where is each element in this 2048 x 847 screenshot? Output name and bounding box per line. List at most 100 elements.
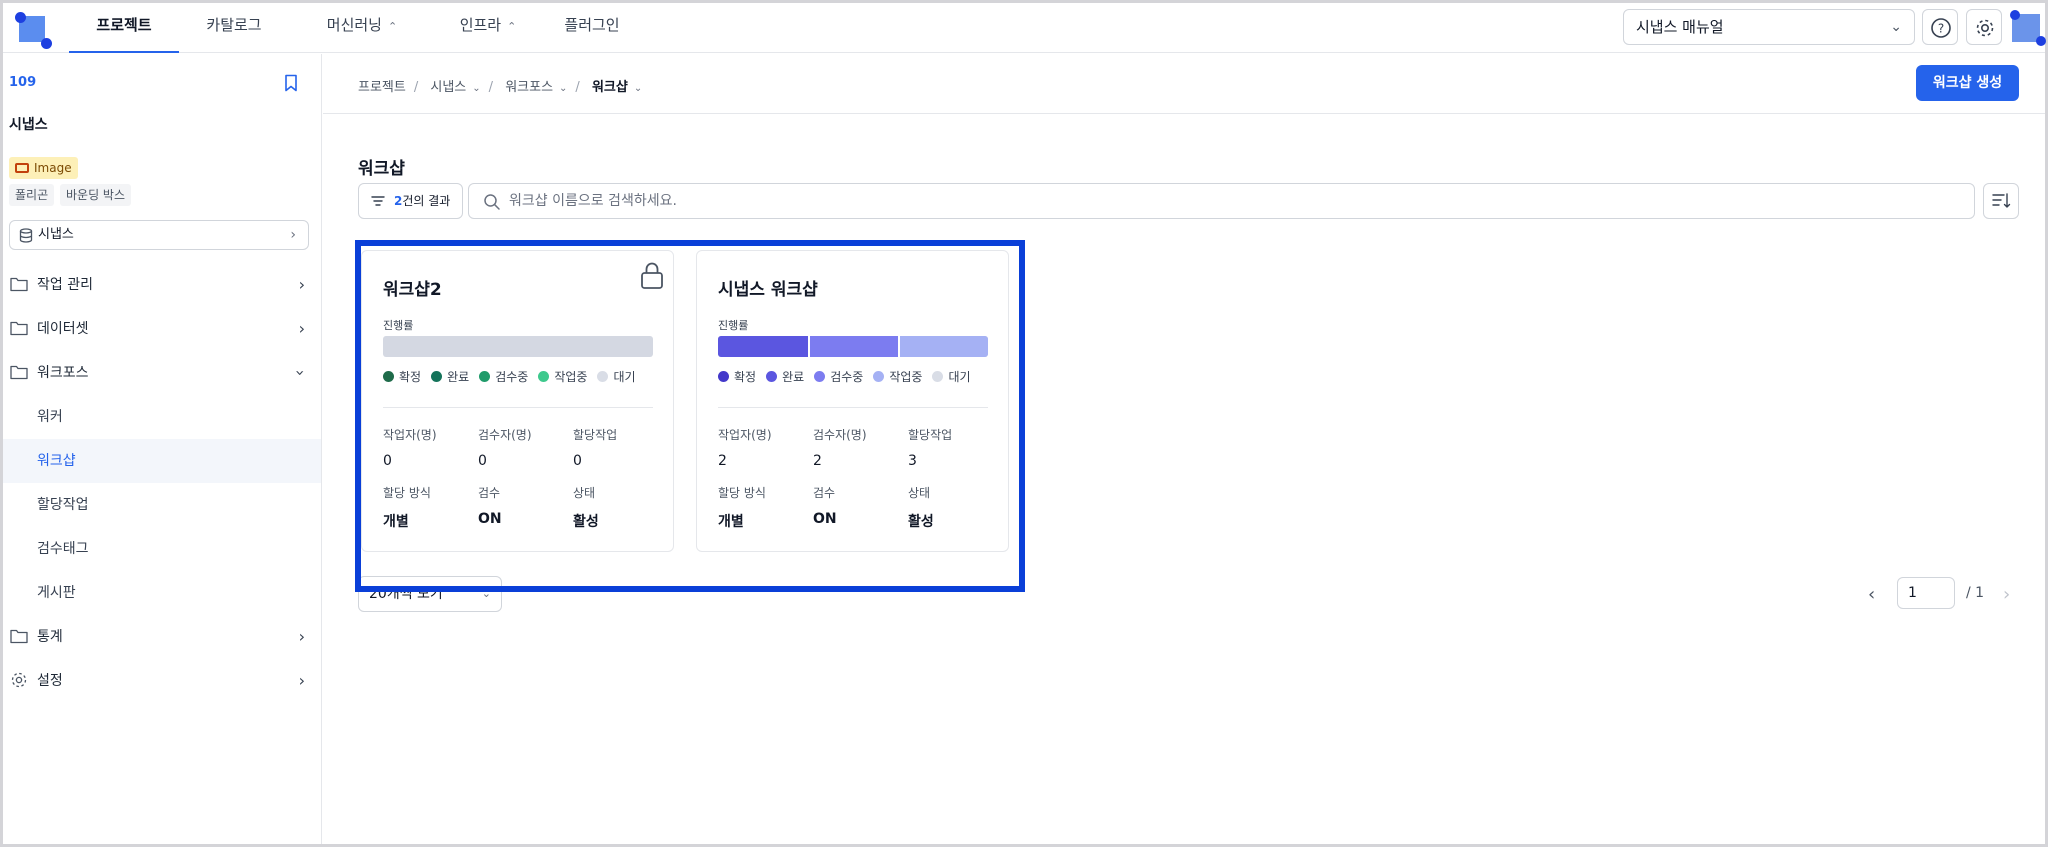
stat-status: 상태 활성 [573, 486, 599, 530]
chevron-down-icon: › [290, 369, 310, 377]
sidebar-item-label: 워크포스 [37, 365, 89, 381]
progress-legend: 확정 완료 검수중 작업중 대기 [718, 368, 981, 385]
sort-icon [1992, 193, 2011, 208]
project-name: 시냅스 [9, 117, 48, 133]
progress-segment [897, 336, 988, 357]
folder-icon [10, 629, 28, 644]
tab-label: 카탈로그 [206, 16, 262, 34]
sidebar-item-workshop[interactable]: 워크샵 [3, 439, 321, 483]
chevron-down-icon[interactable]: ⌄ [559, 83, 567, 94]
chevron-down-icon[interactable]: ⌄ [634, 83, 642, 94]
sidebar-item-task-management[interactable]: 작업 관리 › [3, 263, 321, 307]
main-content: 프로젝트 / 시냅스 ⌄ / 워크포스 ⌄ / 워크샵 ⌄ 워크샵 생성 워크샵 2건의 결… [323, 54, 2045, 844]
breadcrumb-projects[interactable]: 프로젝트 [358, 80, 406, 95]
tag-polygon: 폴리곤 [9, 184, 55, 206]
progress-label: 진행률 [383, 319, 414, 332]
sidebar: 109 시냅스 Image 폴리곤 바운딩 박스 시냅스 › 작업 관리 › 데… [3, 54, 322, 844]
tab-projects[interactable]: 프로젝트 [69, 3, 179, 53]
filter-button[interactable]: 2건의 결과 [358, 183, 463, 219]
settings-button[interactable] [1966, 9, 2002, 45]
sidebar-item-assignment[interactable]: 할당작업 [3, 483, 321, 527]
chevron-right-icon: › [298, 627, 305, 646]
stat-assigned: 할당작업 3 [908, 428, 953, 469]
manual-select[interactable]: 시냅스 매뉴얼 ⌄ [1623, 9, 1915, 45]
tag-bounding-box: 바운딩 박스 [60, 184, 132, 206]
create-workshop-button[interactable]: 워크샵 생성 [1916, 65, 2019, 101]
avatar[interactable] [2010, 8, 2046, 46]
help-icon: ? [1931, 18, 1951, 38]
search-box[interactable] [468, 183, 1975, 219]
type-badge-label: Image [34, 161, 72, 175]
legend-reviewing: 검수중 [479, 368, 528, 385]
dataset-select-value: 시냅스 [38, 227, 74, 242]
chevron-right-icon: › [290, 227, 296, 243]
legend-done: 완료 [766, 368, 804, 385]
folder-icon [10, 365, 28, 380]
workshop-card[interactable]: 시냅스 워크샵 진행률 확정 완료 검수중 작업중 대기 작업자(명) 2 검수자(명) 2… [696, 250, 1009, 552]
svg-text:?: ? [1938, 22, 1944, 36]
stat-method: 할당 방식 개별 [383, 486, 431, 530]
image-icon [15, 163, 29, 173]
sidebar-item-dataset[interactable]: 데이터셋 › [3, 307, 321, 351]
chevron-down-icon: ⌄ [1890, 19, 1902, 35]
legend-working: 작업중 [873, 368, 922, 385]
tab-infra[interactable]: 인프라 ⌃ [433, 3, 543, 53]
legend-reviewing: 검수중 [814, 368, 863, 385]
folder-icon [10, 321, 28, 336]
breadcrumb-project[interactable]: 시냅스 [430, 80, 466, 95]
sidebar-item-label: 통계 [37, 629, 63, 645]
stat-status: 상태 활성 [908, 486, 934, 530]
dataset-select[interactable]: 시냅스 › [9, 220, 309, 250]
prev-page-button[interactable]: ‹ [1868, 584, 1875, 605]
filter-icon [371, 196, 385, 206]
workshop-card[interactable]: 워크샵2 진행률 확정 완료 검수중 작업중 대기 작업자(명) 0 검수자(명) 0 할당… [361, 250, 674, 552]
top-navigation: 프로젝트 카탈로그 머신러닝 ⌃ 인프라 ⌃ 플러그인 시냅스 매뉴얼 ⌄ ? [3, 3, 2046, 53]
project-id: 109 [9, 75, 37, 90]
gear-icon [11, 672, 27, 688]
legend-working: 작업중 [538, 368, 587, 385]
chevron-down-icon: ⌄ [481, 587, 491, 600]
chevron-right-icon: › [298, 319, 305, 338]
next-page-button[interactable]: › [2003, 584, 2010, 605]
page-total: / 1 [1966, 585, 1985, 601]
lock-icon [641, 262, 663, 289]
sidebar-item-board[interactable]: 게시판 [3, 571, 321, 615]
legend-confirmed: 확정 [383, 368, 421, 385]
tab-label: 플러그인 [564, 16, 620, 34]
app-logo[interactable] [13, 10, 52, 49]
chevron-right-icon: › [298, 275, 305, 294]
sidebar-item-workforce[interactable]: 워크포스 › [3, 351, 321, 395]
progress-bar [718, 336, 988, 357]
page-number-input[interactable]: 1 [1897, 577, 1955, 609]
search-input[interactable] [509, 184, 1909, 218]
stat-assigned: 할당작업 0 [573, 428, 618, 469]
tab-machine-learning[interactable]: 머신러닝 ⌃ [297, 3, 427, 53]
sidebar-item-settings[interactable]: 설정 › [3, 659, 321, 703]
search-icon [484, 194, 500, 210]
stat-review: 검수 ON [813, 486, 837, 527]
progress-legend: 확정 완료 검수중 작업중 대기 [383, 368, 646, 385]
tab-label: 인프라 [459, 16, 502, 34]
page-size-select[interactable]: 20개씩 보기 ⌄ [358, 576, 502, 612]
folder-icon [10, 277, 28, 292]
sort-button[interactable] [1983, 183, 2019, 219]
chevron-down-icon[interactable]: ⌄ [472, 83, 480, 94]
breadcrumb-workforce[interactable]: 워크포스 [505, 80, 553, 95]
sidebar-item-label: 작업 관리 [37, 277, 93, 293]
stat-review: 검수 ON [478, 486, 502, 527]
tab-plugins[interactable]: 플러그인 [537, 3, 647, 53]
legend-waiting: 대기 [932, 368, 971, 385]
bookmark-icon[interactable] [284, 74, 298, 92]
legend-confirmed: 확정 [718, 368, 756, 385]
sidebar-item-review-tag[interactable]: 검수태그 [3, 527, 321, 571]
sidebar-item-stats[interactable]: 통계 › [3, 615, 321, 659]
sidebar-item-worker[interactable]: 워커 [3, 395, 321, 439]
card-title: 시냅스 워크샵 [718, 280, 818, 300]
stat-reviewers: 검수자(명) 0 [478, 428, 532, 469]
type-badge: Image [9, 157, 78, 179]
tab-catalog[interactable]: 카탈로그 [179, 3, 289, 53]
stat-method: 할당 방식 개별 [718, 486, 766, 530]
updown-icon: ⌃ [507, 20, 517, 33]
stat-workers: 작업자(명) 0 [383, 428, 437, 469]
help-button[interactable]: ? [1922, 9, 1958, 45]
